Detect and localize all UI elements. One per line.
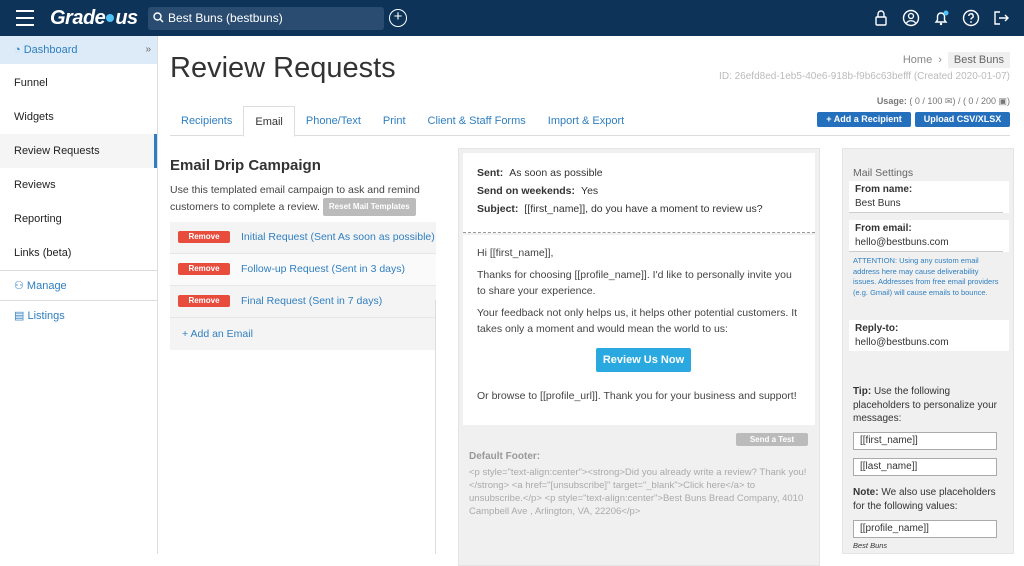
logout-icon[interactable] bbox=[992, 9, 1010, 27]
email-meta: Sent: As soon as possible Send on weekend… bbox=[463, 153, 815, 233]
email-paragraph: Your feedback not only helps us, it help… bbox=[477, 307, 798, 335]
drip-campaign-description: Use this templated email campaign to ask… bbox=[170, 182, 430, 216]
breadcrumb-current: Best Buns bbox=[947, 52, 1010, 68]
note-text: Note: We also use placeholders for the f… bbox=[853, 487, 996, 512]
email-link[interactable]: Final Request (Sent in 7 days) bbox=[241, 295, 382, 307]
profile-name-example: Best Buns bbox=[853, 541, 888, 550]
remove-button[interactable]: Remove bbox=[178, 231, 230, 243]
email-preview: Sent: As soon as possible Send on weekend… bbox=[458, 148, 820, 566]
collapse-icon[interactable]: » bbox=[145, 36, 151, 64]
email-link[interactable]: Initial Request (Sent As soon as possibl… bbox=[241, 231, 435, 243]
breadcrumb: Home › Best Buns bbox=[903, 52, 1010, 68]
top-bar: Grade us Best Buns (bestbuns) + bbox=[0, 0, 1024, 36]
page-title: Review Requests bbox=[170, 52, 396, 84]
search-icon bbox=[153, 12, 164, 23]
tab-phone-text[interactable]: Phone/Text bbox=[295, 106, 372, 135]
placeholder-profile-name[interactable]: [[profile_name]] bbox=[853, 520, 997, 538]
mail-settings-heading: Mail Settings bbox=[853, 167, 914, 179]
location-search[interactable]: Best Buns (bestbuns) bbox=[148, 7, 384, 30]
attention-note: ATTENTION: Using any custom email addres… bbox=[853, 256, 999, 297]
sms-icon: ▣ bbox=[998, 96, 1007, 106]
list-item: Remove Final Request (Sent in 7 days) bbox=[170, 286, 436, 318]
send-test-button[interactable]: Send a Test bbox=[736, 433, 808, 446]
sidebar-item-widgets[interactable]: Widgets bbox=[0, 100, 157, 134]
email-body: Hi [[first_name]], Thanks for choosing [… bbox=[463, 235, 815, 425]
mail-settings: Mail Settings From name: Best Buns From … bbox=[842, 148, 1014, 554]
tab-import-export[interactable]: Import & Export bbox=[537, 106, 635, 135]
email-paragraph: Or browse to [[profile_url]]. Thank you … bbox=[477, 390, 797, 402]
breadcrumb-separator-icon: › bbox=[938, 54, 942, 66]
logo[interactable]: Grade us bbox=[50, 7, 138, 30]
people-icon: ⚇ bbox=[14, 280, 27, 292]
reset-templates-button[interactable]: Reset Mail Templates bbox=[322, 198, 416, 216]
list-item: Remove Initial Request (Sent As soon as … bbox=[170, 222, 436, 254]
gauge-icon: ◔ bbox=[14, 44, 24, 56]
sidebar-item-reviews[interactable]: Reviews bbox=[0, 168, 157, 202]
location-id: ID: 26efd8ed-1eb5-40e6-918b-f9b6c63befff… bbox=[719, 71, 1010, 82]
lock-icon[interactable] bbox=[872, 9, 890, 27]
email-link[interactable]: Follow-up Request (Sent in 3 days) bbox=[241, 263, 405, 275]
from-email-field[interactable]: From email: hello@bestbuns.com bbox=[849, 220, 1009, 252]
placeholder-last-name[interactable]: [[last_name]] bbox=[853, 458, 997, 476]
menu-icon[interactable] bbox=[16, 10, 34, 26]
bell-icon[interactable] bbox=[932, 9, 950, 27]
sidebar-item-reporting[interactable]: Reporting bbox=[0, 202, 157, 236]
drip-campaign-title: Email Drip Campaign bbox=[170, 157, 321, 174]
sidebar-item-manage[interactable]: ⚇ Manage bbox=[0, 270, 157, 300]
add-email-link[interactable]: + Add an Email bbox=[170, 318, 436, 350]
sidebar-item-review-requests[interactable]: Review Requests bbox=[0, 134, 157, 168]
list-item: Remove Follow-up Request (Sent in 3 days… bbox=[170, 254, 436, 286]
list-icon: ▤ bbox=[14, 310, 28, 322]
add-recipient-button[interactable]: + Add a Recipient bbox=[817, 112, 911, 127]
sidebar: ◔ Dashboard » Funnel Widgets Review Requ… bbox=[0, 36, 158, 554]
email-icon: ✉ bbox=[944, 96, 953, 106]
add-location-button[interactable]: + bbox=[389, 9, 407, 27]
divider bbox=[435, 300, 436, 554]
tab-email[interactable]: Email bbox=[243, 106, 295, 137]
search-value: Best Buns (bestbuns) bbox=[168, 11, 283, 25]
tip-text: Tip: Use the following placeholders to p… bbox=[853, 386, 997, 424]
reply-to-field[interactable]: Reply-to: hello@bestbuns.com bbox=[849, 320, 1009, 351]
footer-text[interactable]: <p style="text-align:center"><strong>Did… bbox=[469, 466, 809, 518]
remove-button[interactable]: Remove bbox=[178, 263, 230, 275]
tab-client-staff-forms[interactable]: Client & Staff Forms bbox=[417, 106, 537, 135]
remove-button[interactable]: Remove bbox=[178, 295, 230, 307]
tab-print[interactable]: Print bbox=[372, 106, 417, 135]
tab-recipients[interactable]: Recipients bbox=[170, 106, 243, 135]
from-name-field[interactable]: From name: Best Buns bbox=[849, 181, 1009, 213]
footer-label: Default Footer: bbox=[469, 451, 541, 462]
email-paragraph: Thanks for choosing [[profile_name]]. I'… bbox=[477, 269, 792, 297]
breadcrumb-home[interactable]: Home bbox=[903, 54, 932, 66]
email-greeting: Hi [[first_name]], bbox=[477, 247, 554, 259]
sidebar-item-dashboard[interactable]: ◔ Dashboard » bbox=[0, 36, 157, 64]
sidebar-item-funnel[interactable]: Funnel bbox=[0, 66, 157, 100]
sidebar-item-links[interactable]: Links (beta) bbox=[0, 236, 157, 270]
placeholder-first-name[interactable]: [[first_name]] bbox=[853, 432, 997, 450]
upload-csv-button[interactable]: Upload CSV/XLSX bbox=[915, 112, 1010, 127]
main-content: Review Requests Home › Best Buns ID: 26e… bbox=[158, 36, 1024, 566]
user-icon[interactable] bbox=[902, 9, 920, 27]
sidebar-item-listings[interactable]: ▤ Listings bbox=[0, 300, 157, 330]
review-us-now-button[interactable]: Review Us Now bbox=[596, 348, 691, 372]
help-icon[interactable] bbox=[962, 9, 980, 27]
email-list: Remove Initial Request (Sent As soon as … bbox=[170, 222, 436, 350]
